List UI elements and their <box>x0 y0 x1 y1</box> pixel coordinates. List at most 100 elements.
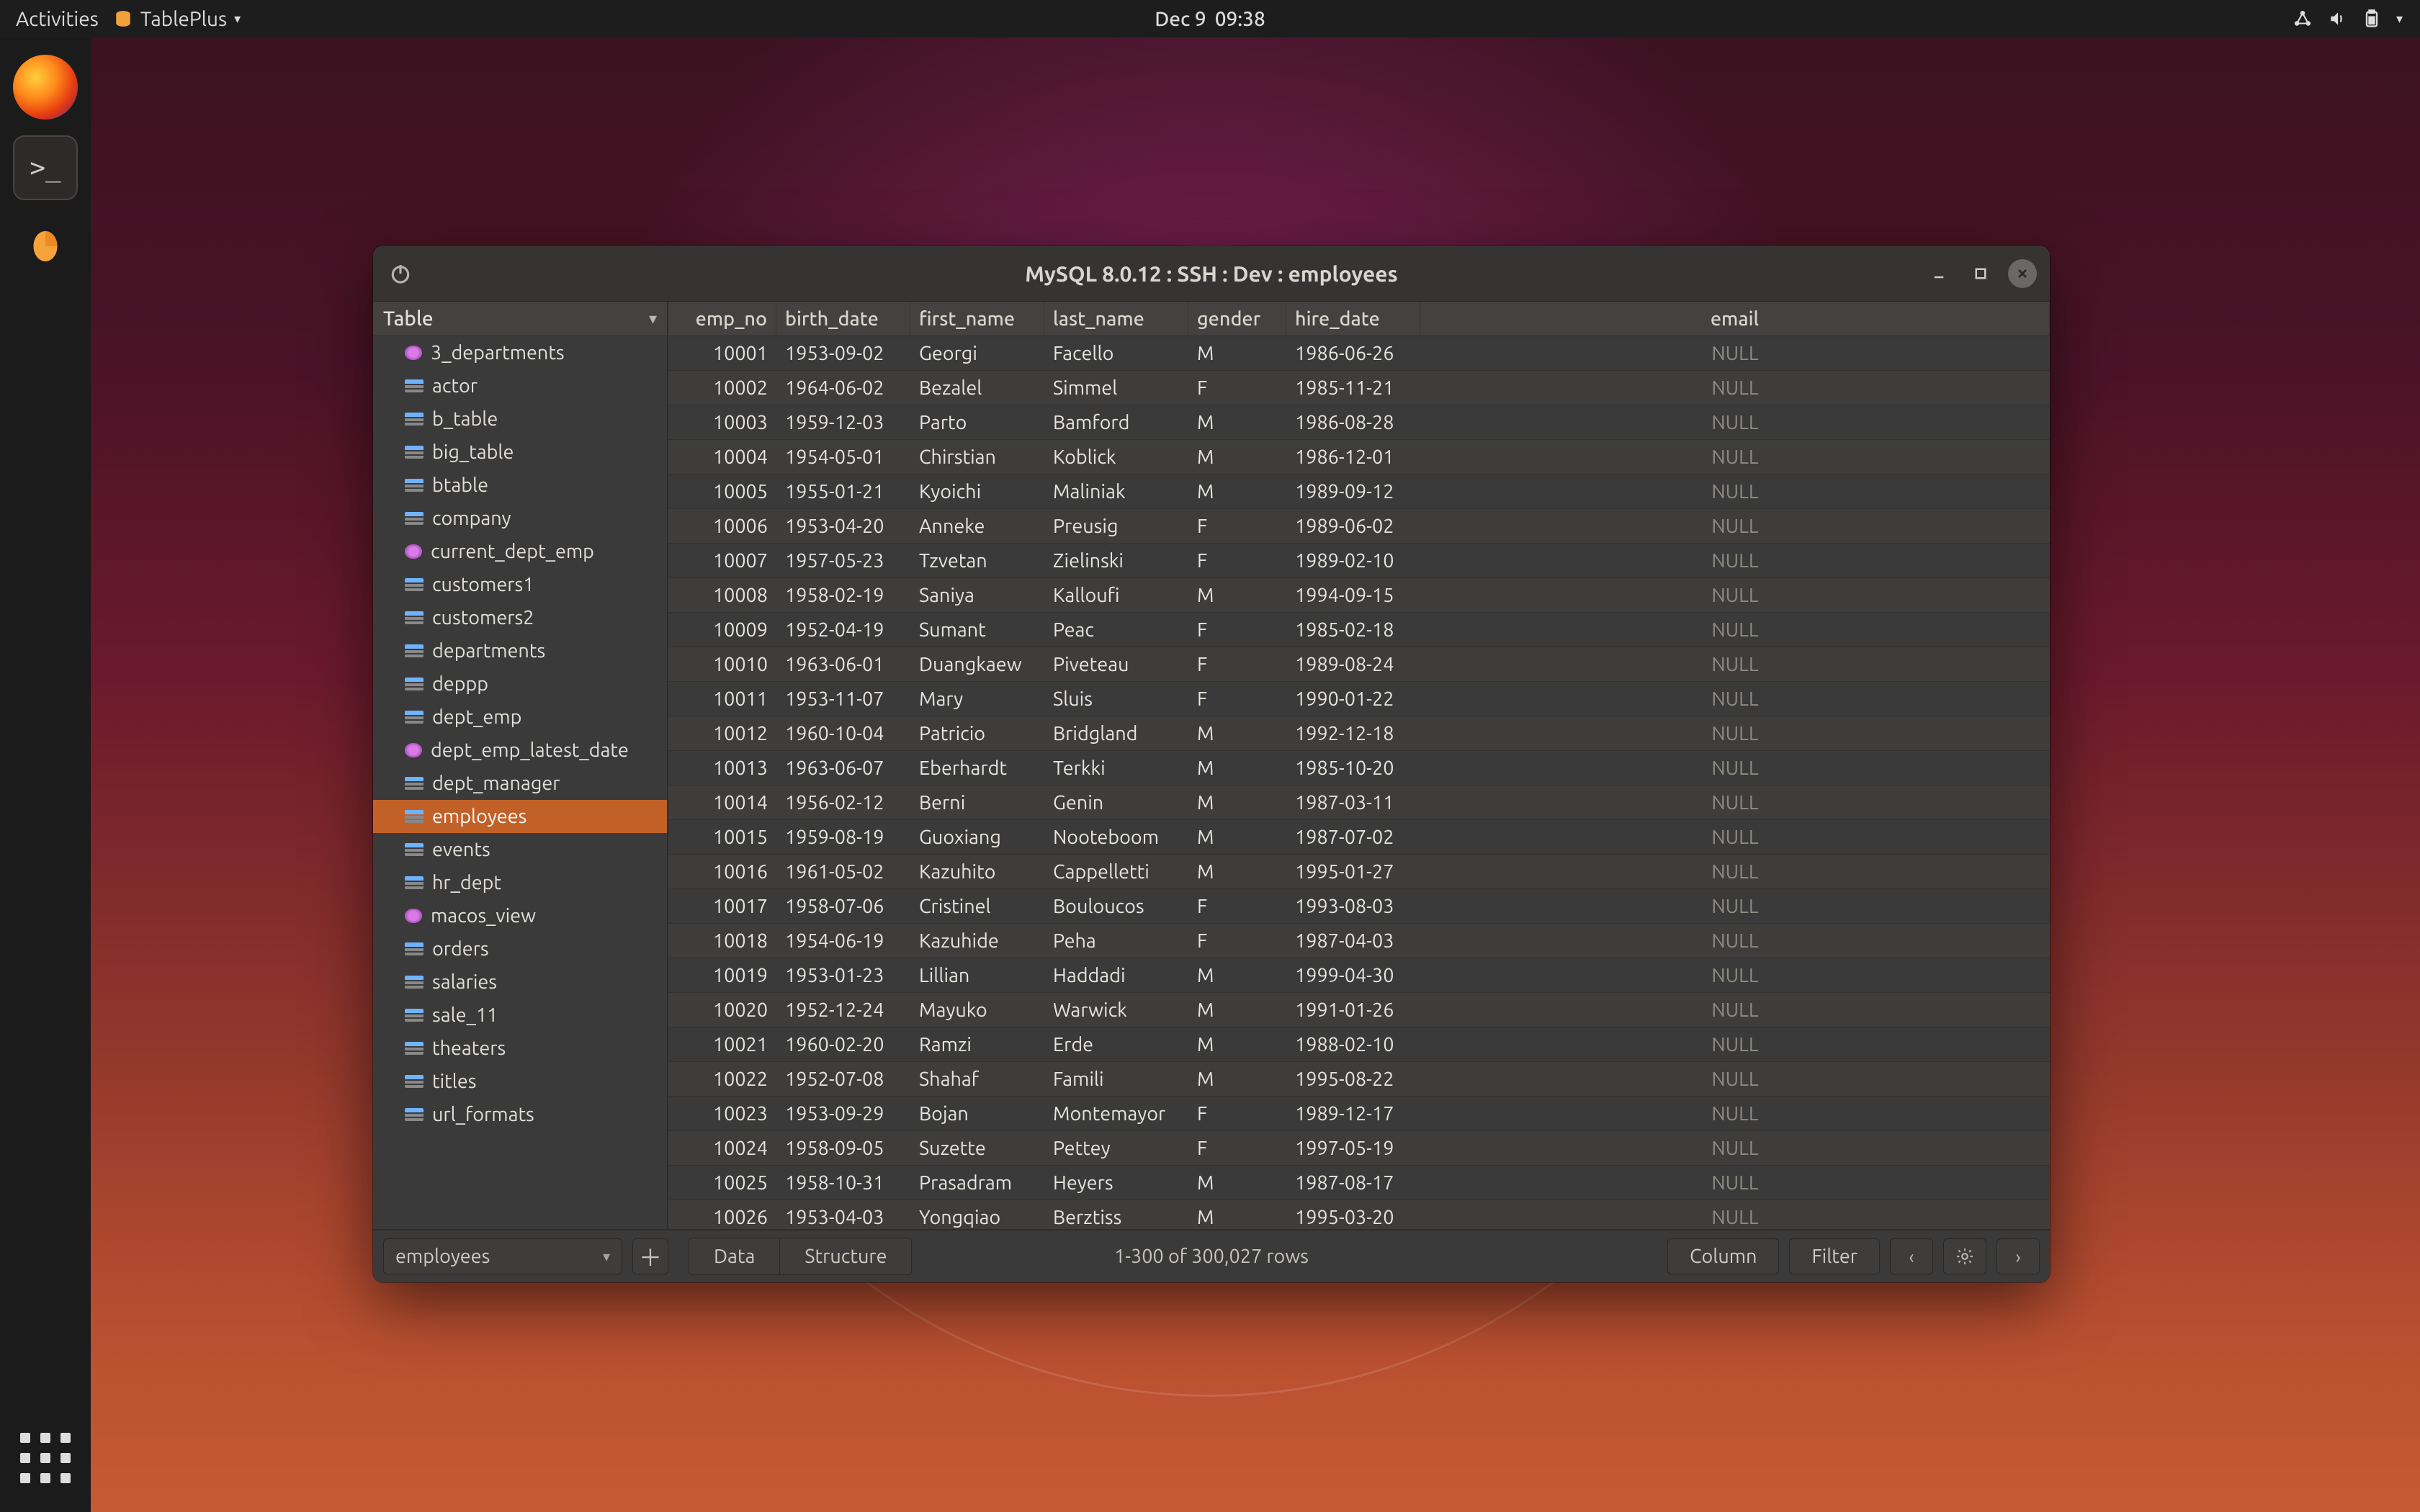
cell-email[interactable]: NULL <box>1420 509 2050 543</box>
cell-hire_date[interactable]: 1989-09-12 <box>1286 474 1420 508</box>
cell-last_name[interactable]: Warwick <box>1044 993 1188 1027</box>
cell-emp_no[interactable]: 10004 <box>668 440 776 474</box>
column-header-hire_date[interactable]: hire_date <box>1286 302 1420 336</box>
cell-last_name[interactable]: Piveteau <box>1044 647 1188 681</box>
table-row[interactable]: 100261953-04-03YongqiaoBerztissM1995-03-… <box>668 1200 2050 1229</box>
sidebar-item-dept_manager[interactable]: dept_manager <box>373 767 667 800</box>
cell-email[interactable]: NULL <box>1420 786 2050 819</box>
cell-emp_no[interactable]: 10006 <box>668 509 776 543</box>
table-row[interactable]: 100091952-04-19SumantPeacF1985-02-18NULL <box>668 613 2050 647</box>
cell-emp_no[interactable]: 10014 <box>668 786 776 819</box>
cell-birth_date[interactable]: 1958-09-05 <box>776 1131 910 1165</box>
cell-first_name[interactable]: Anneke <box>910 509 1044 543</box>
cell-first_name[interactable]: Suzette <box>910 1131 1044 1165</box>
cell-first_name[interactable]: Eberhardt <box>910 751 1044 785</box>
cell-first_name[interactable]: Duangkaew <box>910 647 1044 681</box>
table-row[interactable]: 100151959-08-19GuoxiangNooteboomM1987-07… <box>668 820 2050 855</box>
cell-gender[interactable]: M <box>1188 1027 1286 1061</box>
cell-first_name[interactable]: Bezalel <box>910 371 1044 405</box>
cell-hire_date[interactable]: 1985-10-20 <box>1286 751 1420 785</box>
cell-emp_no[interactable]: 10022 <box>668 1062 776 1096</box>
filter-button[interactable]: Filter <box>1789 1238 1880 1274</box>
sidebar-item-orders[interactable]: orders <box>373 932 667 966</box>
cell-first_name[interactable]: Mary <box>910 682 1044 716</box>
cell-gender[interactable]: F <box>1188 544 1286 577</box>
cell-emp_no[interactable]: 10015 <box>668 820 776 854</box>
cell-hire_date[interactable]: 1988-02-10 <box>1286 1027 1420 1061</box>
cell-gender[interactable]: M <box>1188 958 1286 992</box>
table-selector[interactable]: employees ▾ <box>383 1238 622 1274</box>
cell-birth_date[interactable]: 1957-05-23 <box>776 544 910 577</box>
cell-emp_no[interactable]: 10010 <box>668 647 776 681</box>
cell-first_name[interactable]: Guoxiang <box>910 820 1044 854</box>
cell-birth_date[interactable]: 1953-01-23 <box>776 958 910 992</box>
cell-last_name[interactable]: Erde <box>1044 1027 1188 1061</box>
cell-gender[interactable]: F <box>1188 371 1286 405</box>
cell-hire_date[interactable]: 1989-02-10 <box>1286 544 1420 577</box>
cell-gender[interactable]: F <box>1188 647 1286 681</box>
cell-email[interactable]: NULL <box>1420 1200 2050 1229</box>
cell-hire_date[interactable]: 1991-01-26 <box>1286 993 1420 1027</box>
cell-emp_no[interactable]: 10007 <box>668 544 776 577</box>
sidebar-item-dept_emp[interactable]: dept_emp <box>373 701 667 734</box>
cell-last_name[interactable]: Peac <box>1044 613 1188 647</box>
cell-email[interactable]: NULL <box>1420 613 2050 647</box>
column-header-email[interactable]: email <box>1420 302 2050 336</box>
cell-hire_date[interactable]: 1985-02-18 <box>1286 613 1420 647</box>
cell-birth_date[interactable]: 1954-05-01 <box>776 440 910 474</box>
cell-birth_date[interactable]: 1952-04-19 <box>776 613 910 647</box>
cell-emp_no[interactable]: 10021 <box>668 1027 776 1061</box>
cell-birth_date[interactable]: 1958-02-19 <box>776 578 910 612</box>
cell-hire_date[interactable]: 1995-01-27 <box>1286 855 1420 888</box>
cell-gender[interactable]: M <box>1188 1166 1286 1200</box>
table-row[interactable]: 100051955-01-21KyoichiMaliniakM1989-09-1… <box>668 474 2050 509</box>
cell-last_name[interactable]: Pettey <box>1044 1131 1188 1165</box>
cell-birth_date[interactable]: 1964-06-02 <box>776 371 910 405</box>
cell-last_name[interactable]: Preusig <box>1044 509 1188 543</box>
sidebar-item-deppp[interactable]: deppp <box>373 667 667 701</box>
cell-gender[interactable]: M <box>1188 474 1286 508</box>
cell-hire_date[interactable]: 1985-11-21 <box>1286 371 1420 405</box>
cell-first_name[interactable]: Parto <box>910 405 1044 439</box>
cell-gender[interactable]: M <box>1188 440 1286 474</box>
sidebar-item-current_dept_emp[interactable]: current_dept_emp <box>373 535 667 568</box>
sidebar-item-sale_11[interactable]: sale_11 <box>373 999 667 1032</box>
cell-gender[interactable]: M <box>1188 786 1286 819</box>
table-row[interactable]: 100041954-05-01ChirstianKoblickM1986-12-… <box>668 440 2050 474</box>
cell-hire_date[interactable]: 1992-12-18 <box>1286 716 1420 750</box>
cell-gender[interactable]: M <box>1188 1062 1286 1096</box>
table-row[interactable]: 100211960-02-20RamziErdeM1988-02-10NULL <box>668 1027 2050 1062</box>
cell-last_name[interactable]: Bouloucos <box>1044 889 1188 923</box>
cell-emp_no[interactable]: 10005 <box>668 474 776 508</box>
cell-email[interactable]: NULL <box>1420 820 2050 854</box>
cell-email[interactable]: NULL <box>1420 716 2050 750</box>
cell-birth_date[interactable]: 1952-07-08 <box>776 1062 910 1096</box>
cell-email[interactable]: NULL <box>1420 958 2050 992</box>
cell-birth_date[interactable]: 1952-12-24 <box>776 993 910 1027</box>
cell-emp_no[interactable]: 10026 <box>668 1200 776 1229</box>
cell-last_name[interactable]: Facello <box>1044 336 1188 370</box>
cell-email[interactable]: NULL <box>1420 889 2050 923</box>
cell-emp_no[interactable]: 10001 <box>668 336 776 370</box>
cell-birth_date[interactable]: 1953-09-29 <box>776 1097 910 1130</box>
cell-last_name[interactable]: Bamford <box>1044 405 1188 439</box>
cell-gender[interactable]: M <box>1188 578 1286 612</box>
cell-gender[interactable]: M <box>1188 751 1286 785</box>
cell-first_name[interactable]: Saniya <box>910 578 1044 612</box>
cell-birth_date[interactable]: 1953-04-20 <box>776 509 910 543</box>
sidebar-header[interactable]: Table ▾ <box>373 302 667 336</box>
sidebar-item-big_table[interactable]: big_table <box>373 436 667 469</box>
cell-last_name[interactable]: Sluis <box>1044 682 1188 716</box>
cell-hire_date[interactable]: 1989-08-24 <box>1286 647 1420 681</box>
sidebar-item-btable[interactable]: btable <box>373 469 667 502</box>
cell-gender[interactable]: M <box>1188 1200 1286 1229</box>
cell-email[interactable]: NULL <box>1420 544 2050 577</box>
cell-birth_date[interactable]: 1958-10-31 <box>776 1166 910 1200</box>
table-row[interactable]: 100161961-05-02KazuhitoCappellettiM1995-… <box>668 855 2050 889</box>
table-row[interactable]: 100031959-12-03PartoBamfordM1986-08-28NU… <box>668 405 2050 440</box>
activities-button[interactable]: Activities <box>16 8 99 30</box>
minimize-button[interactable] <box>1924 259 1953 288</box>
cell-hire_date[interactable]: 1986-08-28 <box>1286 405 1420 439</box>
table-row[interactable]: 100181954-06-19KazuhidePehaF1987-04-03NU… <box>668 924 2050 958</box>
cell-emp_no[interactable]: 10025 <box>668 1166 776 1200</box>
